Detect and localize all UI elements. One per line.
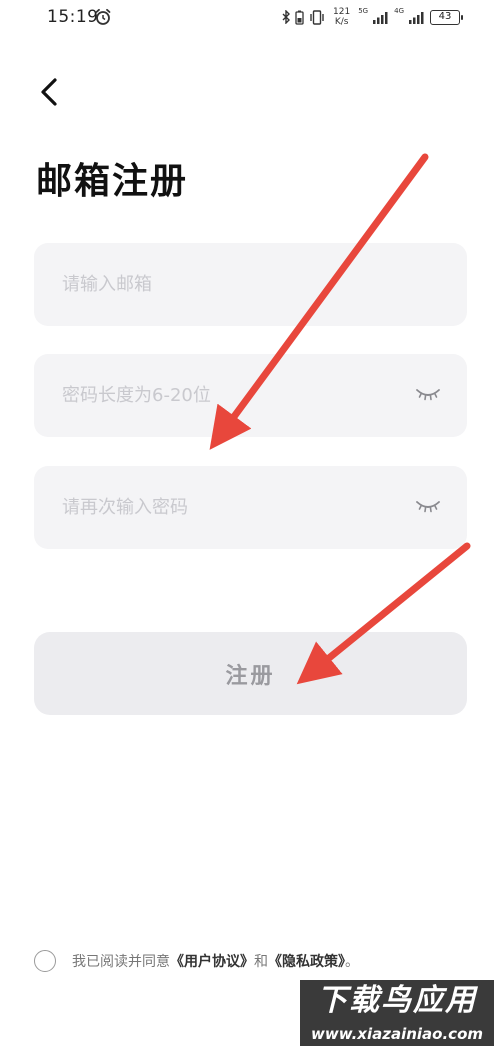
network-type-1: 5G — [358, 7, 369, 15]
email-field-container — [34, 243, 467, 326]
agreement-suffix: 。 — [345, 954, 359, 970]
agreement-row: 我已阅读并同意《用户协议》和《隐私政策》。 — [34, 950, 359, 972]
battery-indicator: 43 — [430, 9, 463, 25]
battery-saver-icon — [295, 10, 304, 25]
network-speed: 121 K/s — [333, 7, 350, 27]
bluetooth-icon — [282, 10, 291, 24]
confirm-password-field-container — [34, 466, 467, 549]
confirm-password-input[interactable] — [62, 466, 422, 549]
signal-icon — [373, 12, 388, 24]
speed-unit: K/s — [334, 17, 349, 27]
register-screen: 15:19 121 K/s 5G 4G 43 邮箱注册 请输入邮箱 注册 我已阅… — [0, 0, 500, 1050]
watermark: 下载鸟应用 www.xiazainiao.com — [300, 980, 494, 1046]
password-input[interactable] — [62, 354, 422, 437]
agreement-prefix: 我已阅读并同意 — [72, 954, 170, 970]
register-button[interactable]: 注册 — [34, 632, 467, 715]
chevron-left-icon — [41, 78, 57, 106]
password-field-container — [34, 354, 467, 437]
agreement-text: 我已阅读并同意《用户协议》和《隐私政策》。 — [72, 951, 359, 971]
signal-icon — [409, 12, 424, 24]
eye-closed-icon[interactable] — [415, 496, 441, 518]
agreement-conjunction: 和 — [254, 954, 268, 970]
speed-value: 121 — [333, 7, 351, 17]
status-bar: 15:19 121 K/s 5G 4G 43 — [0, 0, 500, 36]
eye-closed-icon[interactable] — [415, 384, 441, 406]
agree-checkbox[interactable] — [34, 950, 56, 972]
network-type-2: 4G — [394, 7, 404, 15]
watermark-main: 下载鸟应用 — [300, 980, 494, 1022]
back-button[interactable] — [33, 72, 73, 112]
page-title: 邮箱注册 — [36, 160, 189, 202]
user-agreement-link[interactable]: 《用户协议》 — [170, 954, 254, 970]
status-time: 15:19 — [47, 7, 99, 27]
watermark-url: www.xiazainiao.com — [300, 1022, 494, 1046]
email-input[interactable] — [62, 243, 422, 326]
privacy-policy-link[interactable]: 《隐私政策》 — [268, 954, 345, 970]
alarm-icon — [95, 8, 111, 25]
vibrate-icon — [310, 9, 324, 25]
status-right-icons: 121 K/s 5G 4G 43 — [282, 6, 463, 28]
